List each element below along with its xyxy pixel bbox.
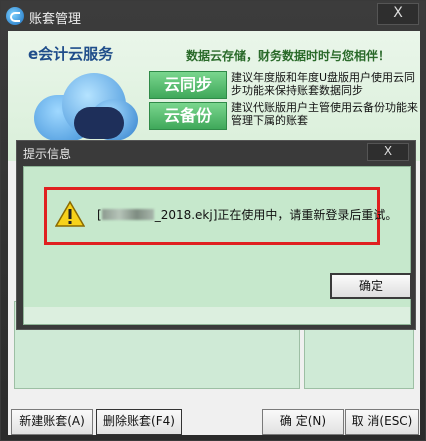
- window-title: 账套管理: [29, 12, 82, 27]
- brand-title: e会计云服务: [28, 45, 114, 63]
- dialog-footer-strip: [24, 307, 410, 324]
- confirm-button[interactable]: 确 定(N): [262, 409, 344, 435]
- cloud-backup-button[interactable]: 云备份: [149, 102, 227, 130]
- dialog-message: [_2018.ekj]正在使用中，请重新登录后重试。: [97, 206, 397, 223]
- window-close-button[interactable]: X: [377, 3, 419, 25]
- title-bar: 账套管理 X: [1, 1, 425, 31]
- dialog-ok-button[interactable]: 确定: [330, 273, 412, 299]
- message-text: _2018.ekj]正在使用中，请重新登录后重试。: [154, 208, 398, 222]
- message-highlight: [_2018.ekj]正在使用中，请重新登录后重试。: [44, 187, 397, 245]
- dialog-body: [_2018.ekj]正在使用中，请重新登录后重试。 确定: [23, 166, 412, 325]
- info-dialog: 提示信息 X [_2018.ekj]正在使用中，请重新登录后重试。 确定: [16, 140, 416, 330]
- warning-icon: [55, 200, 85, 227]
- account-manager-window: 账套管理 X e会计云服务 数据云存储，财务数据时时与您相伴！ 云同步 建议年度…: [0, 0, 426, 441]
- new-account-button[interactable]: 新建账套(A): [11, 409, 93, 435]
- cloud-sync-button[interactable]: 云同步: [149, 71, 227, 99]
- brand-slogan: 数据云存储，财务数据时时与您相伴！: [186, 49, 391, 63]
- delete-account-button[interactable]: 删除账套(F4): [96, 409, 182, 435]
- redacted-account-name: [101, 209, 154, 220]
- dialog-close-button[interactable]: X: [367, 143, 409, 161]
- dialog-title: 提示信息: [23, 147, 72, 161]
- cancel-button[interactable]: 取 消(ESC): [345, 409, 419, 435]
- cloud-sync-description: 建议年度版和年度U盘版用户使用云同步功能来保持账套数据同步: [231, 71, 416, 97]
- cloud-backup-description: 建议代账版用户主管使用云备份功能来管理下属的账套: [231, 101, 418, 127]
- cloud-illustration-icon: [34, 73, 138, 145]
- app-logo-icon: [6, 7, 24, 25]
